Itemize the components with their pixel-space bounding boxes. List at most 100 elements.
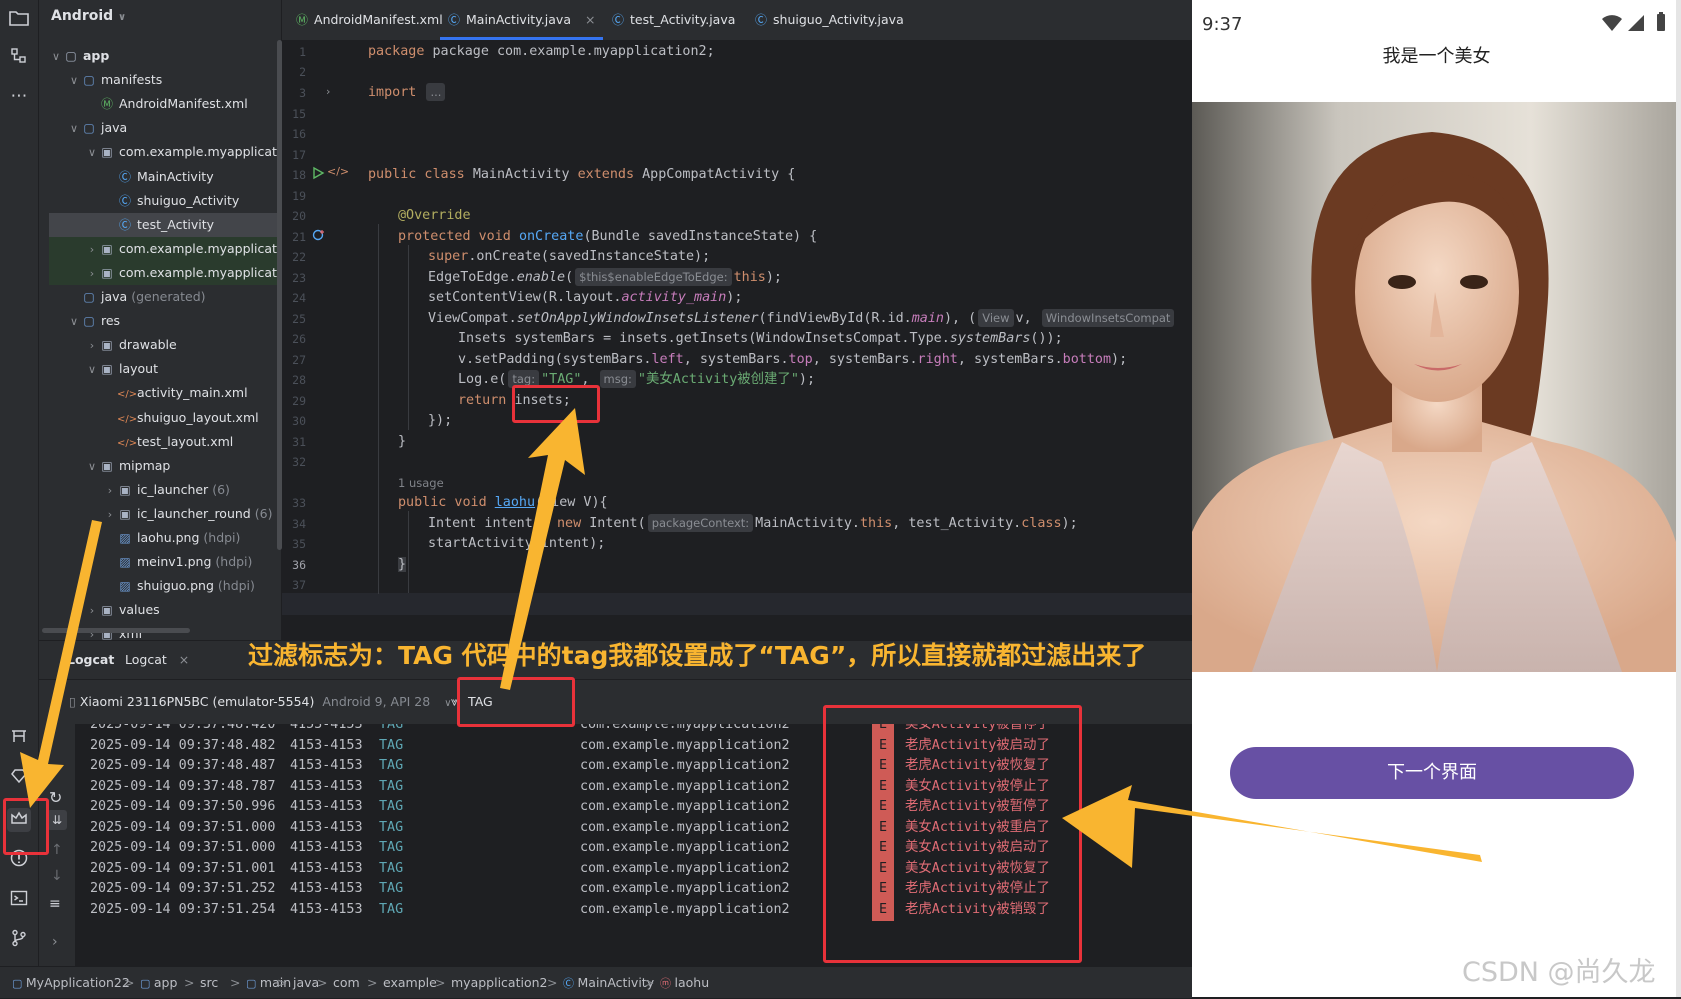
breadcrumb-item[interactable]: ▢ MyApplication22 bbox=[12, 967, 130, 998]
project-horizontal-scrollbar[interactable] bbox=[42, 628, 190, 633]
run-gutter-icon[interactable] bbox=[311, 165, 325, 184]
arrow-down-icon[interactable]: ↓ bbox=[51, 868, 63, 884]
chevron-down-icon[interactable]: ∨ bbox=[85, 455, 99, 478]
class-icon: Ⓒ bbox=[118, 193, 131, 208]
soft-wrap-icon[interactable]: ≡ bbox=[49, 896, 61, 912]
project-view-selector[interactable]: Android ∨ bbox=[51, 8, 126, 32]
chevron-down-icon: ∨ bbox=[118, 12, 127, 23]
tab-androidmanifest[interactable]: Ⓜ AndroidManifest.xml bbox=[296, 0, 443, 40]
tree-item-label: shuiguo_layout.xml bbox=[137, 409, 259, 425]
tree-item[interactable]: ∨ ▢ app bbox=[49, 44, 281, 68]
git-branch-icon[interactable] bbox=[7, 928, 31, 952]
next-page-button[interactable]: 下一个界面 bbox=[1230, 747, 1634, 799]
tree-item-label: ic_launcher_round bbox=[137, 505, 251, 521]
tree-item-label: ic_launcher bbox=[137, 481, 209, 497]
log-pid: 4153-4153 bbox=[290, 901, 363, 917]
project-folder-icon[interactable] bbox=[7, 8, 31, 32]
code-tag-icon[interactable]: </> bbox=[327, 165, 349, 178]
breadcrumb-item[interactable]: com bbox=[333, 967, 360, 998]
editor-tabs: Ⓜ AndroidManifest.xml Ⓒ MainActivity.java … bbox=[282, 0, 1192, 41]
code-line-23: EdgeToEdge.enable($this$enableEdgeToEdge… bbox=[428, 268, 782, 286]
log-datetime: 2025-09-14 09:37:48.787 bbox=[90, 778, 276, 794]
chevron-down-icon[interactable]: ∨ bbox=[85, 141, 99, 164]
close-icon[interactable]: × bbox=[179, 652, 189, 667]
code-line-33: public void laohu(View V){ bbox=[398, 495, 608, 510]
line-number: 18 bbox=[292, 168, 306, 182]
chevron-right-icon[interactable]: › bbox=[103, 479, 117, 502]
tree-item[interactable]: ∨ ▢ res bbox=[49, 309, 299, 333]
breadcrumb-item[interactable]: example bbox=[383, 967, 437, 998]
logcat-tool-tab[interactable]: Logcat bbox=[67, 641, 114, 679]
import-fold[interactable]: ... bbox=[426, 83, 446, 101]
log-datetime: 2025-09-14 09:37:48.482 bbox=[90, 737, 276, 753]
xml-file-icon: </> bbox=[117, 389, 138, 401]
close-icon[interactable]: × bbox=[585, 12, 595, 27]
logcat-tab[interactable]: Logcat × bbox=[125, 641, 189, 679]
breadcrumb-item[interactable]: Ⓒ MainActivity bbox=[563, 967, 654, 998]
tree-item[interactable]: ▢ java (generated) bbox=[49, 285, 299, 309]
breadcrumb-item[interactable]: myapplication2 bbox=[451, 967, 547, 998]
chevron-right-icon[interactable]: › bbox=[85, 334, 99, 357]
class-icon: Ⓒ bbox=[118, 217, 131, 232]
fold-chevron-icon[interactable]: › bbox=[326, 85, 330, 98]
structure-icon[interactable] bbox=[7, 46, 31, 70]
package-icon: ▣ bbox=[101, 265, 113, 280]
log-messages-highlight-box bbox=[823, 705, 1082, 963]
chevron-right-icon[interactable]: › bbox=[85, 599, 99, 622]
tree-item-label: layout bbox=[119, 361, 159, 377]
chevron-down-icon[interactable]: ∨ bbox=[67, 117, 81, 140]
log-tag: TAG bbox=[379, 799, 404, 814]
more-icon[interactable]: ⋯ bbox=[7, 84, 31, 108]
breadcrumb-separator: > bbox=[547, 975, 558, 990]
log-datetime: 2025-09-14 09:37:51.000 bbox=[90, 819, 276, 835]
restart-icon[interactable]: ↻ bbox=[49, 788, 62, 807]
breadcrumb-item[interactable]: src bbox=[200, 967, 218, 998]
tree-item[interactable]: › ▣ values bbox=[49, 598, 317, 622]
csdn-watermark: CSDN @尚久龙 bbox=[1462, 957, 1656, 988]
breadcrumb-label: MainActivity bbox=[577, 975, 655, 990]
override-gutter-icon[interactable] bbox=[312, 227, 326, 246]
device-selector[interactable]: ▯ Xiaomi 23116PN5BC (emulator-5554) Andr… bbox=[69, 689, 452, 715]
folder-icon: ▢ bbox=[83, 314, 95, 329]
chevron-right-icon[interactable]: › bbox=[52, 934, 58, 950]
tab-shuiguo-activity[interactable]: Ⓒshuiguo_Activity.java bbox=[755, 0, 904, 40]
logcat-icon-highlight-box bbox=[3, 798, 49, 855]
tree-item[interactable]: ∨ ▢ java bbox=[49, 116, 299, 140]
chevron-down-icon[interactable]: ∨ bbox=[67, 69, 81, 92]
log-tag: TAG bbox=[379, 778, 404, 794]
line-number: 37 bbox=[292, 578, 306, 592]
chevron-right-icon[interactable]: › bbox=[85, 262, 99, 285]
log-package: com.example.myapplication2 bbox=[580, 819, 790, 835]
log-package: com.example.myapplication2 bbox=[580, 799, 790, 814]
line-number: 29 bbox=[292, 394, 306, 408]
line-gutter: 1 2 3 15 16 17 18 19 20 21 22 23 24 25 26 27 28 29 30 31 32 3… bbox=[282, 41, 342, 640]
breadcrumb-label: app bbox=[153, 975, 178, 990]
code-editor[interactable]: 1 2 3 15 16 17 18 19 20 21 22 23 24 25 26 27 28 29 30 31 32 3… bbox=[282, 41, 1192, 640]
emulator-screen[interactable]: 9:37 我是一个美女 下一个界面 bbox=[1192, 0, 1681, 997]
gem-icon[interactable] bbox=[7, 766, 31, 790]
tab-label: AndroidManifest.xml bbox=[314, 12, 443, 27]
build-icon[interactable] bbox=[7, 726, 31, 750]
usage-hint[interactable]: 1 usage bbox=[398, 472, 444, 494]
tree-item[interactable]: ∨ ▢ manifests bbox=[49, 68, 299, 92]
breadcrumb-item[interactable]: ▢ app bbox=[140, 967, 177, 998]
tree-item-label: AndroidManifest.xml bbox=[119, 96, 248, 112]
tab-mainactivity[interactable]: Ⓒ MainActivity.java × bbox=[440, 0, 604, 40]
scroll-to-end-icon[interactable]: ⇊ bbox=[47, 810, 67, 830]
chevron-down-icon[interactable]: ∨ bbox=[67, 310, 81, 333]
tab-test-activity[interactable]: Ⓒtest_Activity.java bbox=[612, 0, 735, 40]
breadcrumb-item[interactable]: java bbox=[293, 967, 319, 998]
chevron-right-icon[interactable]: › bbox=[103, 503, 117, 526]
arrow-up-icon[interactable]: ↑ bbox=[51, 842, 63, 858]
chevron-down-icon[interactable]: ∨ bbox=[85, 358, 99, 381]
chevron-right-icon[interactable]: › bbox=[85, 238, 99, 261]
terminal-icon[interactable] bbox=[7, 888, 31, 912]
tree-item-label: manifests bbox=[101, 72, 163, 88]
tree-item-extra: (generated) bbox=[131, 289, 206, 304]
method-icon: ⓜ bbox=[660, 977, 675, 990]
chevron-down-icon[interactable]: ∨ bbox=[49, 45, 63, 68]
tree-item-label: mipmap bbox=[119, 457, 171, 473]
breadcrumb-item[interactable]: ⓜ laohu bbox=[660, 967, 709, 998]
folder-icon: ▢ bbox=[12, 977, 26, 990]
code-line-26: Insets systemBars = insets.getInsets(Win… bbox=[458, 331, 1063, 346]
